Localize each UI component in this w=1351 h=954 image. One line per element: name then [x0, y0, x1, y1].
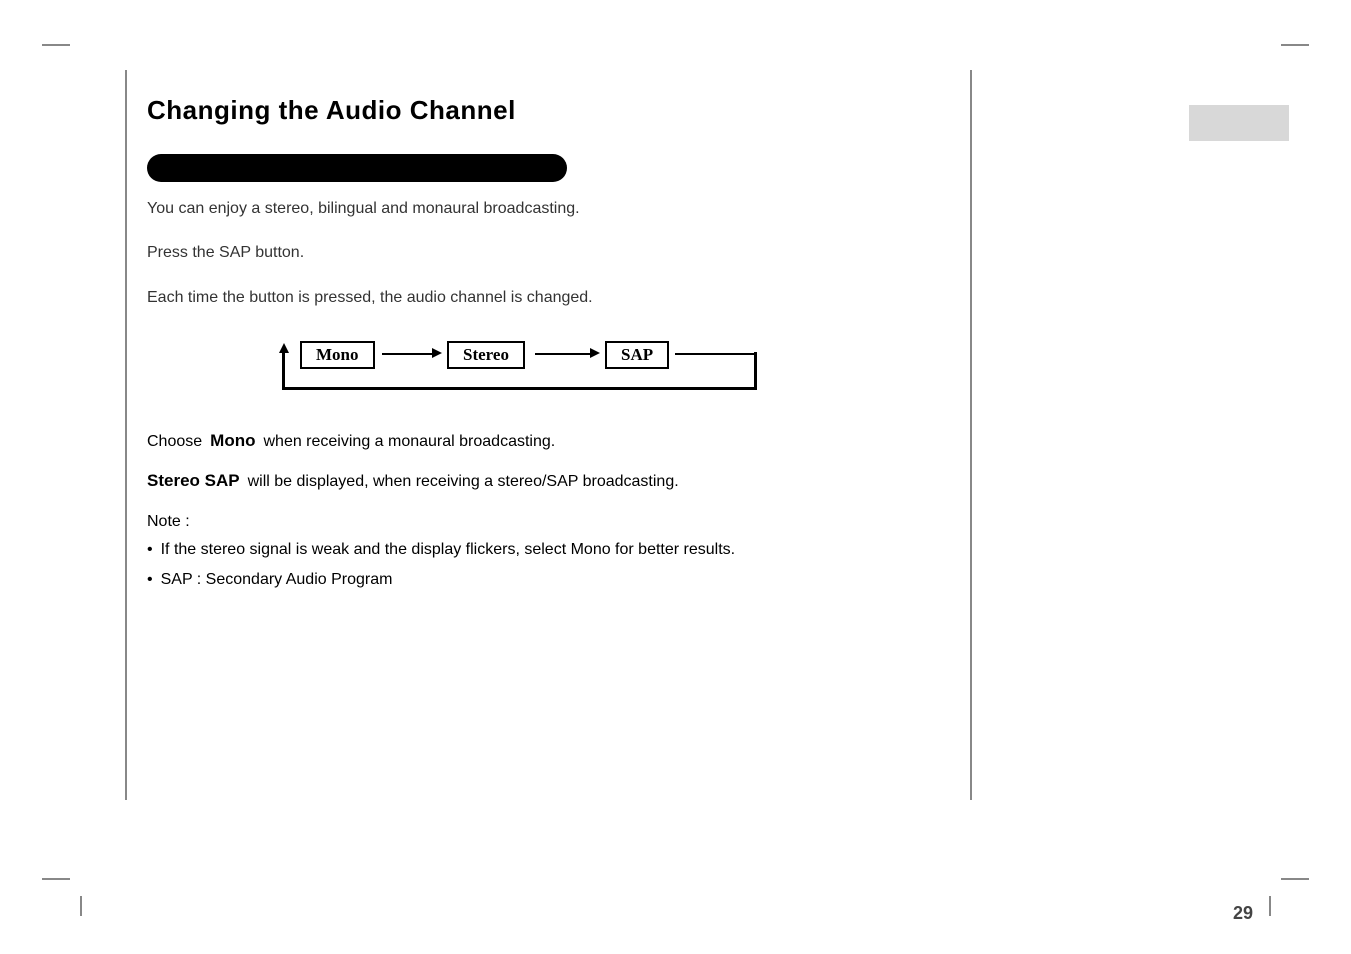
note-item: • If the stereo signal is weak and the d…	[147, 537, 930, 563]
mode-cycle-diagram: Mono Stereo SAP	[282, 341, 757, 401]
mono-instruction: Choose Mono when receiving a monaural br…	[147, 431, 930, 451]
stereo-sap-instruction: Stereo SAP will be displayed, when recei…	[147, 471, 930, 491]
note-text: SAP : Secondary Audio Program	[161, 567, 393, 593]
diagram-line	[535, 353, 590, 355]
press-instruction: Press the SAP button.	[147, 240, 930, 266]
mode-box-stereo: Stereo	[447, 341, 525, 369]
page-title: Changing the Audio Channel	[147, 95, 930, 126]
crop-tick	[1269, 896, 1271, 916]
body-text: You can enjoy a stereo, bilingual and mo…	[147, 196, 930, 311]
note-item: • SAP : Secondary Audio Program	[147, 567, 930, 593]
arrow-icon	[432, 348, 442, 358]
diagram-line	[282, 387, 757, 390]
side-tab	[1189, 105, 1289, 141]
mono-label: Mono	[210, 431, 255, 451]
crop-mark	[1281, 878, 1309, 880]
bullet-icon: •	[147, 567, 153, 593]
diagram-line	[382, 353, 432, 355]
diagram-line	[754, 352, 757, 366]
intro-line-2: Each time the button is pressed, the aud…	[147, 285, 930, 311]
arrow-icon	[590, 348, 600, 358]
page-content: Changing the Audio Channel You can enjoy…	[125, 70, 970, 800]
mode-box-sap: SAP	[605, 341, 669, 369]
page-number: 29	[1233, 903, 1253, 924]
heading-bar	[147, 154, 567, 182]
column-divider	[970, 70, 972, 800]
notes-label: Note :	[147, 513, 930, 531]
stereo-sap-label: Stereo SAP	[147, 471, 240, 491]
notes-section: Note : • If the stereo signal is weak an…	[147, 513, 930, 592]
crop-tick	[80, 896, 82, 916]
crop-mark	[42, 44, 70, 46]
diagram-line	[282, 352, 285, 390]
choose-suffix: when receiving a monaural broadcasting.	[263, 433, 555, 451]
mode-box-mono: Mono	[300, 341, 375, 369]
choose-prefix: Choose	[147, 433, 202, 451]
stereo-sap-text: will be displayed, when receiving a ster…	[248, 473, 679, 491]
intro-line-1: You can enjoy a stereo, bilingual and mo…	[147, 196, 930, 222]
diagram-line	[675, 353, 757, 355]
note-text: If the stereo signal is weak and the dis…	[161, 537, 736, 563]
crop-mark	[42, 878, 70, 880]
arrow-icon	[279, 343, 289, 353]
bullet-icon: •	[147, 537, 153, 563]
crop-mark	[1281, 44, 1309, 46]
